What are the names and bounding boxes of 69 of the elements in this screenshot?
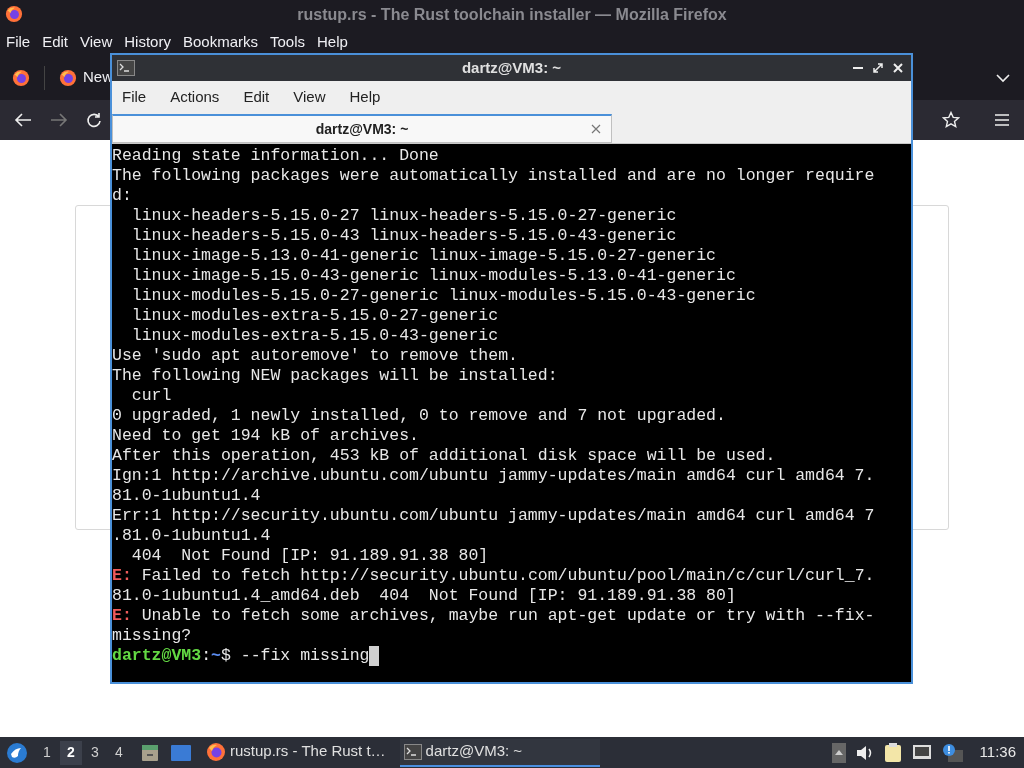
terminal-line: The following packages were automatically installed and are no longer require: [112, 166, 876, 186]
terminal-line: Need to get 194 kB of archives.: [112, 426, 420, 446]
terminal-tab[interactable]: dartz@VM3: ~: [112, 114, 612, 143]
workspace-button[interactable]: 1: [36, 740, 58, 765]
start-menu-icon[interactable]: [6, 741, 28, 764]
menu-item[interactable]: Help: [349, 86, 381, 109]
terminal-line: curl: [130, 386, 173, 406]
window-title: rustup.rs - The Rust toolchain installer — Mozilla Firefox: [297, 4, 727, 25]
terminal-line: 81.0-1ubuntu1.4: [112, 486, 262, 506]
terminal-line: linux-headers-5.15.0-43 linux-headers-5.15.0-43-generic: [130, 226, 678, 246]
terminal-line: 404 Not Found [IP: 91.189.91.38 80]: [130, 546, 490, 566]
terminal-line: linux-image-5.15.0-43-generic linux-modules-5.13.0-41-generic: [130, 266, 737, 286]
terminal-line: linux-modules-5.15.0-27-generic linux-modules-5.15.0-43-generic: [130, 286, 757, 306]
menu-item[interactable]: View: [293, 86, 326, 109]
task-button[interactable]: rustup.rs - The Rust t…: [202, 738, 390, 767]
task-button[interactable]: dartz@VM3: ~: [399, 738, 600, 767]
terminal-line: Ign:1 http://archive.ubuntu.com/ubuntu jammy-updates/main amd64 curl amd64 7.: [112, 466, 876, 486]
firefox-icon: [59, 68, 77, 87]
terminal-icon: [403, 743, 422, 760]
menu-item[interactable]: View: [80, 30, 113, 54]
desktop-icon[interactable]: [170, 743, 192, 762]
menu-item[interactable]: Tools: [270, 30, 305, 54]
cursor: [369, 646, 380, 666]
workspace-button[interactable]: 3: [84, 740, 106, 765]
terminal-line: d:: [112, 186, 133, 206]
terminal-line: linux-headers-5.15.0-27 linux-headers-5.15.0-27-generic: [130, 206, 678, 226]
terminal-line: linux-modules-extra-5.15.0-43-generic: [130, 326, 500, 346]
menu-icon[interactable]: [994, 113, 1010, 127]
menu-item[interactable]: History: [124, 30, 171, 54]
window-title: dartz@VM3: ~: [461, 57, 562, 78]
terminal-line: 81.0-1ubuntu1.4_amd64.deb 404 Not Found [IP: 91.189.91.38 80]: [112, 586, 737, 606]
maximize-icon[interactable]: [873, 63, 883, 73]
menu-item[interactable]: Bookmarks: [182, 30, 258, 54]
terminal-line: linux-modules-extra-5.15.0-27-generic: [130, 306, 500, 326]
prompt-line: dartz@VM3:~$ --fix missing: [112, 646, 911, 666]
menu-item[interactable]: Edit: [243, 86, 270, 109]
forward-icon[interactable]: [50, 112, 68, 128]
network-icon[interactable]: [911, 743, 932, 762]
terminal-line: E: Unable to fetch some archives, maybe run apt-get update or try with --fix-: [112, 606, 876, 626]
menu-item[interactable]: File: [6, 30, 31, 54]
terminal-line: Use 'sudo apt autoremove' to remove them.: [112, 346, 519, 366]
back-icon[interactable]: [14, 112, 32, 128]
file-cabinet-icon[interactable]: [140, 742, 160, 763]
terminal-line: Reading state information... Done: [112, 146, 440, 166]
reload-icon[interactable]: [86, 112, 102, 128]
firefox-icon: [206, 741, 226, 762]
clipboard-icon[interactable]: [883, 742, 902, 763]
volume-icon[interactable]: [855, 744, 874, 761]
terminal-line: linux-image-5.13.0-41-generic linux-image-5.15.0-27-generic: [130, 246, 717, 266]
notification-icon[interactable]: [941, 742, 964, 763]
terminal-line: After this operation, 453 kB of additional disk space will be used.: [112, 446, 777, 466]
firefox-icon: [12, 68, 30, 87]
menu-item[interactable]: Actions: [170, 86, 220, 109]
menu-item[interactable]: Help: [317, 30, 348, 54]
star-icon[interactable]: [942, 111, 960, 129]
menu-item[interactable]: File: [122, 86, 147, 109]
terminal-line: The following NEW packages will be installed:: [112, 366, 559, 386]
terminal-icon: [117, 60, 135, 76]
menu-item[interactable]: Edit: [42, 30, 69, 54]
terminal-line: E: Failed to fetch http://security.ubuntu.com/ubuntu/pool/main/c/curl/curl_7.: [112, 566, 876, 586]
terminal-line: .81.0-1ubuntu1.4: [112, 526, 272, 546]
workspace-button[interactable]: 4: [108, 740, 130, 765]
terminal-line: Err:1 http://security.ubuntu.com/ubuntu jammy-updates/main amd64 curl amd64 7: [112, 506, 876, 526]
workspace-button[interactable]: 2: [60, 740, 82, 765]
terminal-line: missing?: [112, 626, 193, 646]
firefox-icon: [5, 5, 23, 23]
chevron-down-icon[interactable]: [996, 72, 1010, 83]
clock: 11:36: [979, 742, 1016, 763]
terminal-line: 0 upgraded, 1 newly installed, 0 to remove and 7 not upgraded.: [112, 406, 727, 426]
